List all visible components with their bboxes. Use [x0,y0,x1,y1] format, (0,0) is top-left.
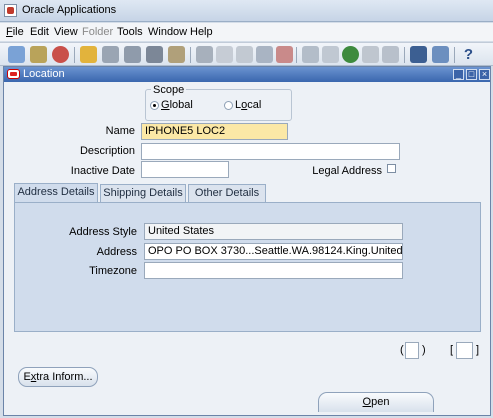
open-button[interactable]: Open [318,392,434,412]
scope-local-label[interactable]: Local [235,99,261,111]
window-icon[interactable] [432,46,449,63]
app-title-bar: Oracle Applications [0,0,493,22]
address-style-label: Address Style [69,226,137,238]
new-record-icon[interactable] [8,46,25,63]
navigator-icon[interactable] [52,46,69,63]
tab-shipping-details[interactable]: Shipping Details [100,184,186,202]
name-field[interactable]: IPHONE5 LOC2 [141,123,288,140]
menu-bar: File Edit View Folder Tools Window Help [0,23,493,41]
menu-edit[interactable]: Edit [30,26,49,38]
print-icon[interactable] [146,46,163,63]
scope-label: Scope [151,84,187,96]
minimize-icon[interactable]: _ [453,69,464,80]
copy-icon[interactable] [216,46,233,63]
additional-flexfield[interactable]: [ ] [450,342,480,359]
scope-local-radio[interactable] [224,101,233,110]
inactive-date-label: Inactive Date [70,165,135,177]
inactive-date-field[interactable] [141,161,229,178]
app-title: Oracle Applications [22,4,117,16]
next-step-icon[interactable] [124,46,141,63]
maximize-icon[interactable]: □ [466,69,477,80]
paste-icon[interactable] [236,46,253,63]
delete-row-icon[interactable] [276,46,293,63]
find-icon[interactable] [30,46,47,63]
address-style-field[interactable]: United States [144,223,403,240]
timezone-field[interactable] [144,262,403,279]
address-field[interactable]: OPO PO BOX 3730...Seattle.WA.98124.King.… [144,243,403,260]
scope-global-label[interactable]: Global [161,99,193,111]
descriptive-flexfield[interactable]: ( ) [400,342,430,359]
timezone-label: Timezone [89,265,137,277]
window-title: Location [23,68,65,80]
legal-address-label: Legal Address [312,165,382,177]
name-label: Name [105,125,135,137]
new-row-icon[interactable] [256,46,273,63]
tab-address-details[interactable]: Address Details [14,183,98,203]
open-folder-icon[interactable] [80,46,97,63]
menu-tools[interactable]: Tools [117,26,143,38]
legal-address-checkbox[interactable] [387,164,396,173]
oracle-form-icon [7,69,20,79]
location-window: Location _ □ × Scope Global Local Name I… [3,66,491,416]
tab-other-details[interactable]: Other Details [188,184,266,202]
address-details-panel: Address Style United States Address OPO … [14,202,481,332]
attachments-icon[interactable] [362,46,379,63]
toolbar: ? [0,42,493,66]
window-icon[interactable] [410,46,427,63]
window-title-bar: Location _ □ × [4,67,490,82]
translations-icon[interactable] [342,46,359,63]
menu-file[interactable]: File [6,26,24,38]
menu-folder[interactable]: Folder [82,26,113,38]
oracle-app-icon [4,4,17,17]
zoom-icon[interactable] [322,46,339,63]
save-icon[interactable] [102,46,119,63]
extra-information-button[interactable]: Extra Inform... [18,367,98,387]
menu-view[interactable]: View [54,26,78,38]
edit-field-icon[interactable] [302,46,319,63]
description-label: Description [79,145,135,157]
menu-window[interactable]: Window [148,26,187,38]
help-icon[interactable]: ? [460,46,477,63]
cut-icon[interactable] [196,46,213,63]
description-field[interactable] [141,143,400,160]
menu-help[interactable]: Help [190,26,213,38]
address-label: Address [96,246,137,258]
close-icon[interactable]: × [479,69,490,80]
scope-global-radio[interactable] [150,101,159,110]
close-form-icon[interactable] [168,46,185,63]
folder-tools-icon[interactable] [382,46,399,63]
